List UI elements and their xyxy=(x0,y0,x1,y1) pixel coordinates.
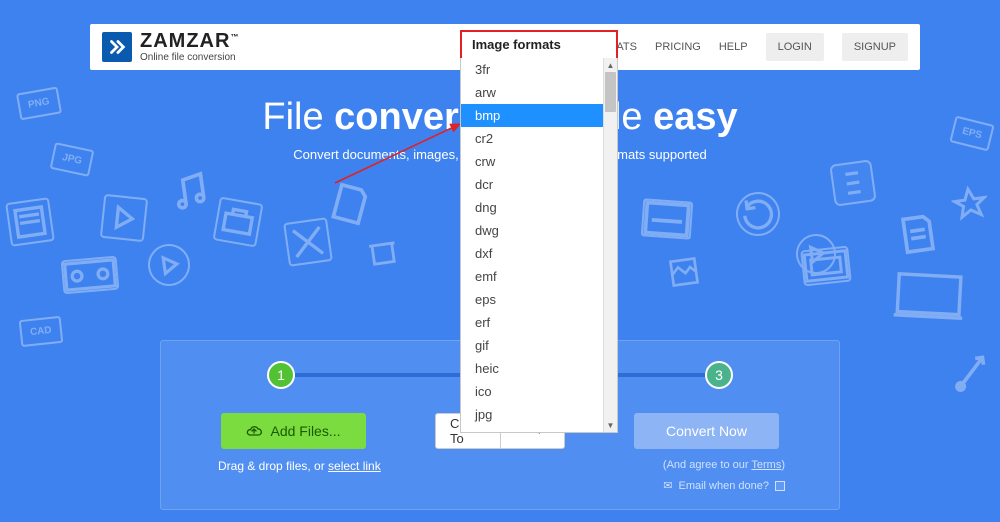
terms-agree-text: (And agree to our Terms) xyxy=(663,459,785,471)
agree-post: ) xyxy=(781,459,785,471)
login-button[interactable]: LOGIN xyxy=(766,33,824,61)
logo-icon xyxy=(102,32,132,62)
step-3-indicator: 3 xyxy=(705,361,733,389)
email-done-option: ✉ Email when done? xyxy=(663,479,785,492)
drag-hint-text: Drag & drop files, or xyxy=(218,459,328,473)
format-option-heic[interactable]: heic xyxy=(461,357,617,380)
add-files-label: Add Files... xyxy=(270,423,340,439)
email-done-label: Email when done? xyxy=(678,480,769,492)
format-option-jpg[interactable]: jpg xyxy=(461,403,617,426)
signup-button[interactable]: SIGNUP xyxy=(842,33,908,61)
agree-pre: (And agree to our xyxy=(663,459,751,471)
format-option-gif[interactable]: gif xyxy=(461,334,617,357)
convert-now-label: Convert Now xyxy=(666,423,747,439)
scroll-down-icon[interactable]: ▼ xyxy=(604,418,617,432)
format-option-cr2[interactable]: cr2 xyxy=(461,127,617,150)
nav-help[interactable]: HELP xyxy=(719,41,748,53)
format-option-3fr[interactable]: 3fr xyxy=(461,58,617,81)
format-option-dwg[interactable]: dwg xyxy=(461,219,617,242)
format-dropdown[interactable]: Image formats ▲ ▼ 3frarwbmpcr2crwdcrdngd… xyxy=(460,30,618,433)
add-files-button[interactable]: Add Files... xyxy=(221,413,366,449)
nav-pricing[interactable]: PRICING xyxy=(655,41,701,53)
convert-now-button[interactable]: Convert Now xyxy=(634,413,779,449)
scroll-thumb[interactable] xyxy=(605,72,616,112)
format-option-dxf[interactable]: dxf xyxy=(461,242,617,265)
dropdown-scrollbar[interactable]: ▲ ▼ xyxy=(603,58,617,432)
drag-drop-hint: Drag & drop files, or select link xyxy=(218,459,381,473)
mail-icon: ✉ xyxy=(663,479,672,492)
format-option-dng[interactable]: dng xyxy=(461,196,617,219)
hero-title-post2: easy xyxy=(653,96,738,138)
email-done-checkbox[interactable] xyxy=(775,481,785,491)
step-1-indicator: 1 xyxy=(267,361,295,389)
brand-logo[interactable]: ZAMZAR™ Online file conversion xyxy=(102,31,239,63)
format-option-bmp[interactable]: bmp xyxy=(461,104,617,127)
format-option-ico[interactable]: ico xyxy=(461,380,617,403)
format-option-erf[interactable]: erf xyxy=(461,311,617,334)
hero-title-pre: File xyxy=(262,96,334,138)
terms-link[interactable]: Terms xyxy=(751,459,781,471)
cloud-upload-icon xyxy=(246,423,262,439)
scroll-up-icon[interactable]: ▲ xyxy=(604,58,617,72)
format-option-jpeg[interactable]: jpeg xyxy=(461,426,617,432)
dropdown-list: ▲ ▼ 3frarwbmpcr2crwdcrdngdwgdxfemfepserf… xyxy=(461,58,617,432)
format-option-eps[interactable]: eps xyxy=(461,288,617,311)
format-option-arw[interactable]: arw xyxy=(461,81,617,104)
select-link[interactable]: select link xyxy=(328,459,381,473)
format-option-emf[interactable]: emf xyxy=(461,265,617,288)
brand-tagline: Online file conversion xyxy=(140,53,239,63)
brand-name: ZAMZAR xyxy=(140,30,230,52)
brand-tm: ™ xyxy=(230,32,239,41)
format-option-dcr[interactable]: dcr xyxy=(461,173,617,196)
dropdown-group-header: Image formats xyxy=(460,30,618,58)
format-option-crw[interactable]: crw xyxy=(461,150,617,173)
